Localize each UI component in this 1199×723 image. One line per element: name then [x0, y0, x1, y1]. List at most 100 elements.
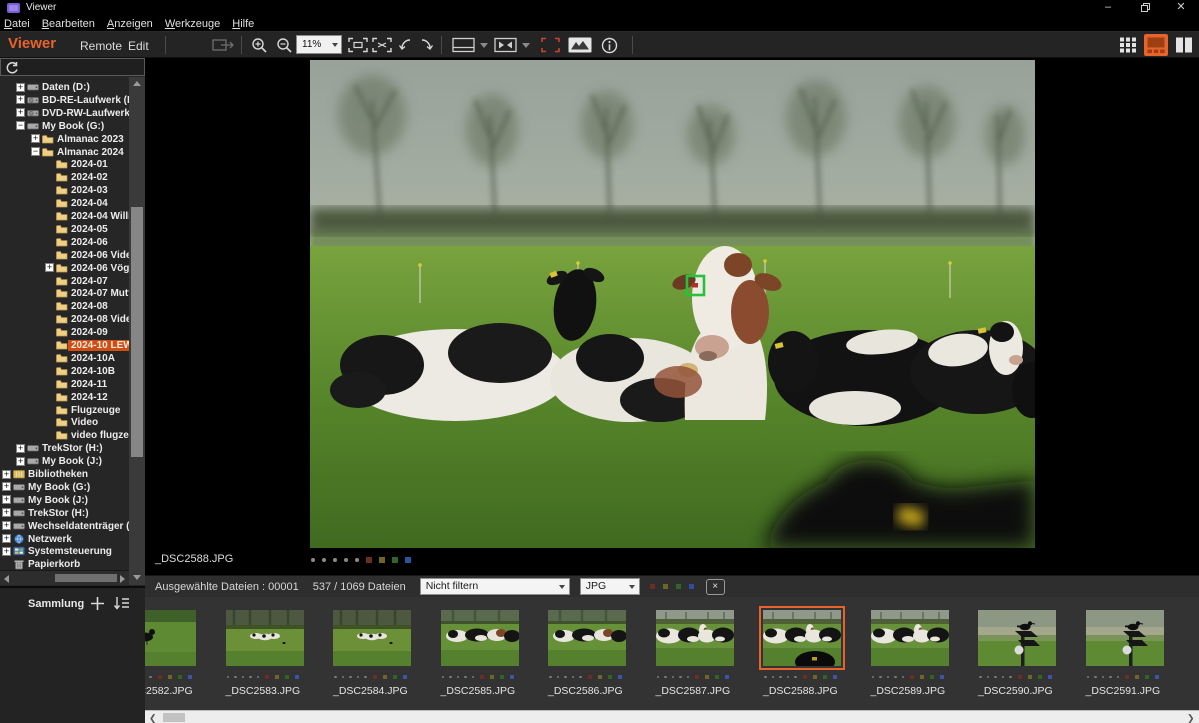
tree-item-2024-06-v-gel[interactable]: +2024-06 Vögel: [0, 262, 129, 275]
scroll-down-button[interactable]: [129, 570, 145, 585]
label-color-swatch[interactable]: [373, 675, 377, 679]
label-color-swatch[interactable]: [940, 675, 944, 679]
rating-dot[interactable]: [333, 558, 337, 562]
focus-point-icon[interactable]: [541, 37, 560, 53]
label-color-swatch[interactable]: [1135, 675, 1139, 679]
expand-icon[interactable]: +: [2, 470, 11, 479]
label-color-swatch[interactable]: [158, 675, 162, 679]
scroll-right-arrow[interactable]: [120, 575, 125, 583]
tree-item-systemsteuerung[interactable]: +Systemsteuerung: [0, 545, 129, 558]
label-color-swatch[interactable]: [285, 675, 289, 679]
label-color-swatch[interactable]: [920, 675, 924, 679]
rating-dot[interactable]: [1009, 676, 1012, 679]
rating-dot[interactable]: [672, 676, 675, 679]
rating-dot[interactable]: [242, 676, 245, 679]
tree-item-papierkorb[interactable]: Papierkorb: [0, 558, 129, 570]
label-color-filters[interactable]: [650, 584, 694, 589]
close-button[interactable]: ✕: [1166, 0, 1196, 16]
rating-dot[interactable]: [311, 558, 315, 562]
filmstrip-thumbnail[interactable]: _DSC2586.JPG: [541, 603, 641, 707]
label-color-swatch[interactable]: [188, 675, 192, 679]
rating-dot[interactable]: [794, 676, 797, 679]
filmstrip-thumbnail[interactable]: _DSC2590.JPG: [971, 603, 1071, 707]
expand-icon[interactable]: +: [2, 495, 11, 504]
label-color-swatch[interactable]: [178, 675, 182, 679]
fit-to-screen-icon[interactable]: [348, 37, 368, 53]
tree-item-2024-07[interactable]: 2024-07: [0, 275, 129, 288]
tree-item-2024-10b[interactable]: 2024-10B: [0, 365, 129, 378]
zoom-out-icon[interactable]: [276, 37, 293, 54]
rating-dot[interactable]: [1109, 676, 1112, 679]
label-color-filter[interactable]: [689, 584, 694, 589]
tree-horizontal-scrollbar[interactable]: [0, 570, 129, 585]
edit-button[interactable]: Edit: [128, 39, 149, 53]
collapse-icon[interactable]: −: [16, 121, 25, 130]
rating-dot[interactable]: [355, 558, 359, 562]
label-color-filter[interactable]: [650, 584, 655, 589]
filetype-dropdown[interactable]: JPG: [580, 578, 640, 595]
filmstrip-thumbnail-selected[interactable]: _DSC2588.JPG: [756, 603, 856, 707]
thumbnail-frame[interactable]: [222, 606, 308, 670]
label-color-swatch[interactable]: [383, 675, 387, 679]
tree-item-2024-11[interactable]: 2024-11: [0, 378, 129, 391]
tree-item-almanac-2024[interactable]: −Almanac 2024: [0, 146, 129, 159]
rating-dot[interactable]: [1087, 676, 1090, 679]
filmstrip-thumbnail[interactable]: _DSC2585.JPG: [434, 603, 534, 707]
label-color-filter[interactable]: [676, 584, 681, 589]
rating-dot[interactable]: [334, 676, 337, 679]
filmstrip-scrollbar[interactable]: ❮ ❯: [145, 710, 1199, 723]
menu-item-datei[interactable]: Datei: [4, 18, 40, 30]
tree-item-my-book-g-[interactable]: −My Book (G:): [0, 120, 129, 133]
tree-item-my-book-j-[interactable]: +My Book (J:): [0, 455, 129, 468]
tree-item-2024-10a[interactable]: 2024-10A: [0, 352, 129, 365]
rating-dot[interactable]: [257, 676, 260, 679]
main-photo-canvas[interactable]: [310, 60, 1035, 548]
grid-view-button[interactable]: [1116, 34, 1140, 56]
label-color-swatch[interactable]: [510, 675, 514, 679]
rating-dot[interactable]: [557, 676, 560, 679]
label-color-swatch[interactable]: [1028, 675, 1032, 679]
label-color-swatch[interactable]: [265, 675, 269, 679]
tree-item-2024-07-mutter[interactable]: 2024-07 Mutter: [0, 287, 129, 300]
zoom-in-icon[interactable]: [251, 37, 268, 54]
thumbnail-frame[interactable]: [437, 606, 523, 670]
tree-item-2024-12[interactable]: 2024-12: [0, 391, 129, 404]
filmstrip-thumbnail[interactable]: _DSC2582.JPG: [145, 603, 211, 707]
label-color-swatch[interactable]: [1048, 675, 1052, 679]
restore-button[interactable]: [1130, 0, 1160, 16]
tree-item-dvd-rw-laufwerk-f-[interactable]: +DVD-RW-Laufwerk (F:): [0, 107, 129, 120]
scrollbar-thumb[interactable]: [55, 574, 117, 582]
refresh-icon[interactable]: [5, 61, 19, 75]
tree-item-netzwerk[interactable]: +Netzwerk: [0, 533, 129, 546]
tree-item-almanac-2023[interactable]: +Almanac 2023: [0, 133, 129, 146]
filmstrip-thumbnail[interactable]: _DSC2587.JPG: [649, 603, 749, 707]
export-icon[interactable]: [212, 37, 236, 53]
rating-dot[interactable]: [664, 676, 667, 679]
rating-dot[interactable]: [234, 676, 237, 679]
menu-item-werkzeuge[interactable]: Werkzeuge: [165, 18, 230, 30]
rating-dot[interactable]: [872, 676, 875, 679]
rating-dot[interactable]: [687, 676, 690, 679]
tree-item-daten-d-[interactable]: +Daten (D:): [0, 81, 129, 94]
expand-icon[interactable]: +: [2, 534, 11, 543]
label-color-swatch[interactable]: [393, 675, 397, 679]
rating-dot[interactable]: [764, 676, 767, 679]
tree-item-video-flugzeuge[interactable]: video flugzeuge: [0, 429, 129, 442]
tree-item-wechseldatentr-ger-i-[interactable]: +Wechseldatenträger (I:): [0, 520, 129, 533]
expand-icon[interactable]: +: [2, 521, 11, 530]
filter-dropdown[interactable]: Nicht filtern: [420, 578, 570, 595]
rating-dot[interactable]: [357, 676, 360, 679]
tree-item-2024-08[interactable]: 2024-08: [0, 300, 129, 313]
rotate-left-icon[interactable]: [398, 37, 413, 54]
rating-dot[interactable]: [879, 676, 882, 679]
scroll-left-arrow[interactable]: ❮: [149, 714, 157, 722]
thumbnail-frame[interactable]: [652, 606, 738, 670]
rating-dot[interactable]: [1117, 676, 1120, 679]
thumbnail-frame[interactable]: [759, 606, 845, 670]
label-color-swatch[interactable]: [405, 557, 411, 563]
label-color-swatch[interactable]: [1038, 675, 1042, 679]
filmstrip-thumbnail[interactable]: _DSC2584.JPG: [326, 603, 426, 707]
rating-dot[interactable]: [442, 676, 445, 679]
thumbnail-frame[interactable]: [867, 606, 953, 670]
tree-item-flugzeuge[interactable]: Flugzeuge: [0, 404, 129, 417]
